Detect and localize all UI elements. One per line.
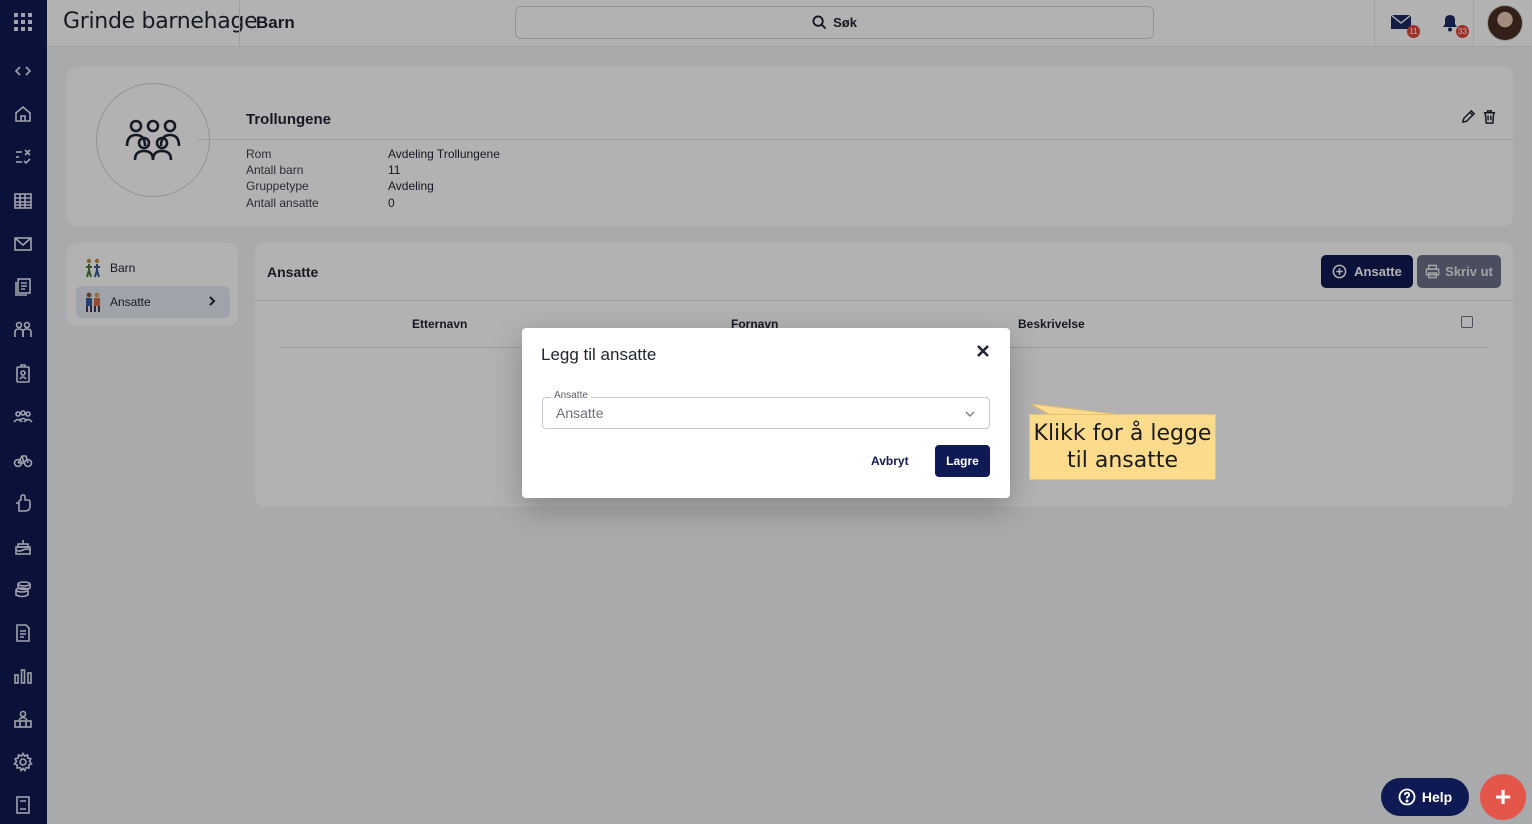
close-dialog-button[interactable] xyxy=(975,343,991,359)
staff-select-legend: Ansatte xyxy=(551,390,591,401)
staff-select[interactable]: Ansatte Ansatte xyxy=(542,390,990,429)
hint-callout: Klikk for å legge til ansatte xyxy=(1029,414,1216,480)
chevron-down-icon xyxy=(965,411,975,417)
help-question-icon xyxy=(1398,788,1416,806)
save-button[interactable]: Lagre xyxy=(935,445,990,477)
dialog-title: Legg til ansatte xyxy=(541,345,657,364)
add-staff-dialog: Legg til ansatte Ansatte Ansatte Avbryt … xyxy=(522,328,1010,498)
help-label: Help xyxy=(1421,789,1453,805)
quick-add-button[interactable]: + xyxy=(1480,774,1526,820)
staff-select-value: Ansatte xyxy=(556,405,604,421)
help-button[interactable]: Help xyxy=(1381,778,1469,816)
close-icon xyxy=(977,345,989,357)
cancel-button[interactable]: Avbryt xyxy=(871,454,909,468)
